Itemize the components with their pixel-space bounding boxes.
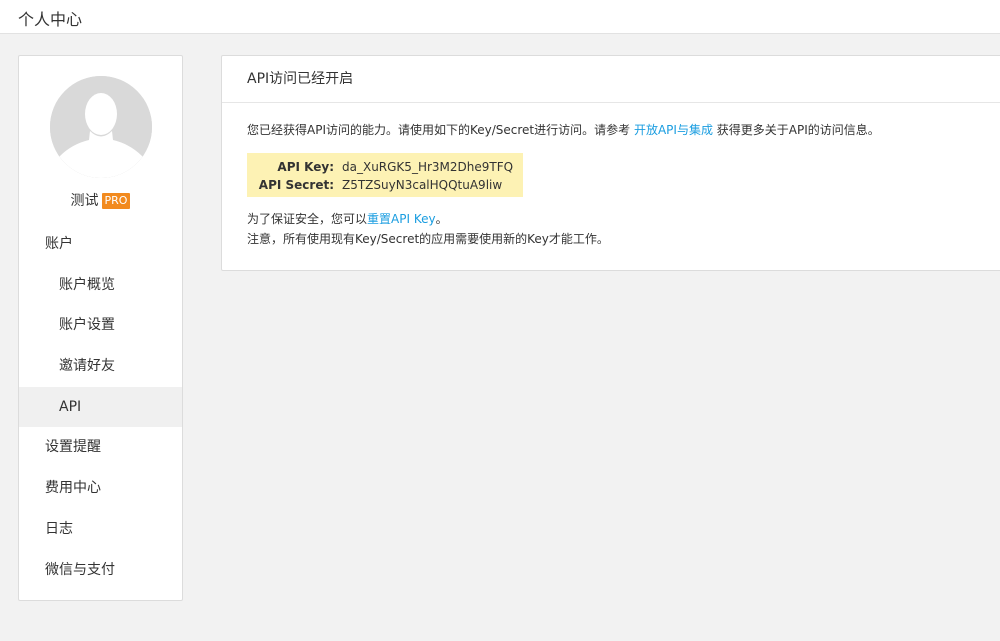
sidebar-item-reminders[interactable]: 设置提醒 <box>19 427 182 468</box>
sidebar-item-logs[interactable]: 日志 <box>19 509 182 550</box>
api-secret-label: API Secret: <box>258 178 334 192</box>
sidebar-item-account[interactable]: 账户 <box>19 224 182 265</box>
username: 测试 <box>70 193 99 209</box>
sidebar: 测试 PRO 账户 账户概览 账户设置 邀请好友 API 设置提醒 费用中心 日志… <box>18 55 183 601</box>
sidebar-item-invite-friends[interactable]: 邀请好友 <box>19 346 182 387</box>
api-key-label: API Key: <box>277 160 334 174</box>
security-note-text: 为了保证安全，您可以 <box>247 212 368 226</box>
api-panel: API访问已经开启 您已经获得API访问的能力。请使用如下的Key/Secret… <box>221 55 1000 271</box>
open-api-integration-link[interactable]: 开放API与集成 <box>634 123 713 137</box>
default-user-silhouette-icon <box>50 76 152 178</box>
pro-badge: PRO <box>101 193 131 209</box>
key-change-warning: 注意，所有使用现有Key/Secret的应用需要使用新的Key才能工作。 <box>247 232 609 246</box>
sidebar-item-account-overview[interactable]: 账户概览 <box>19 265 182 306</box>
user-info: 测试 PRO <box>19 190 182 210</box>
security-note-suffix: 。 <box>435 212 448 226</box>
api-credentials-box: API Key: da_XuRGK5_Hr3M2Dhe9TFQ API Secre… <box>247 153 523 197</box>
api-description-suffix: 获得更多关于API的访问信息。 <box>712 123 880 137</box>
api-secret-value: Z5TZSuyN3calHQQtuA9liw <box>342 178 503 192</box>
sidebar-item-api[interactable]: API <box>19 386 182 428</box>
api-description-text: 您已经获得API访问的能力。请使用如下的Key/Secret进行访问。请参考 <box>247 123 634 137</box>
sidebar-menu: 账户 账户概览 账户设置 邀请好友 API 设置提醒 费用中心 日志 微信与支付 <box>19 224 182 590</box>
api-key-value: da_XuRGK5_Hr3M2Dhe9TFQ <box>342 160 514 174</box>
sidebar-item-billing[interactable]: 费用中心 <box>19 468 182 509</box>
reset-api-key-link[interactable]: 重置API Key <box>367 212 436 226</box>
api-key-row: API Key: da_XuRGK5_Hr3M2Dhe9TFQ <box>247 158 523 176</box>
sidebar-item-wechat-payment[interactable]: 微信与支付 <box>19 550 182 591</box>
page-title: 个人中心 <box>18 10 83 29</box>
avatar <box>50 76 152 178</box>
security-note: 为了保证安全，您可以重置API Key。 <box>247 210 448 227</box>
api-secret-row: API Secret: Z5TZSuyN3calHQQtuA9liw <box>247 176 523 194</box>
panel-title: API访问已经开启 <box>222 56 1000 103</box>
api-description: 您已经获得API访问的能力。请使用如下的Key/Secret进行访问。请参考 开… <box>247 121 880 138</box>
sidebar-item-account-settings[interactable]: 账户设置 <box>19 305 182 346</box>
top-header: 个人中心 <box>0 0 1000 34</box>
